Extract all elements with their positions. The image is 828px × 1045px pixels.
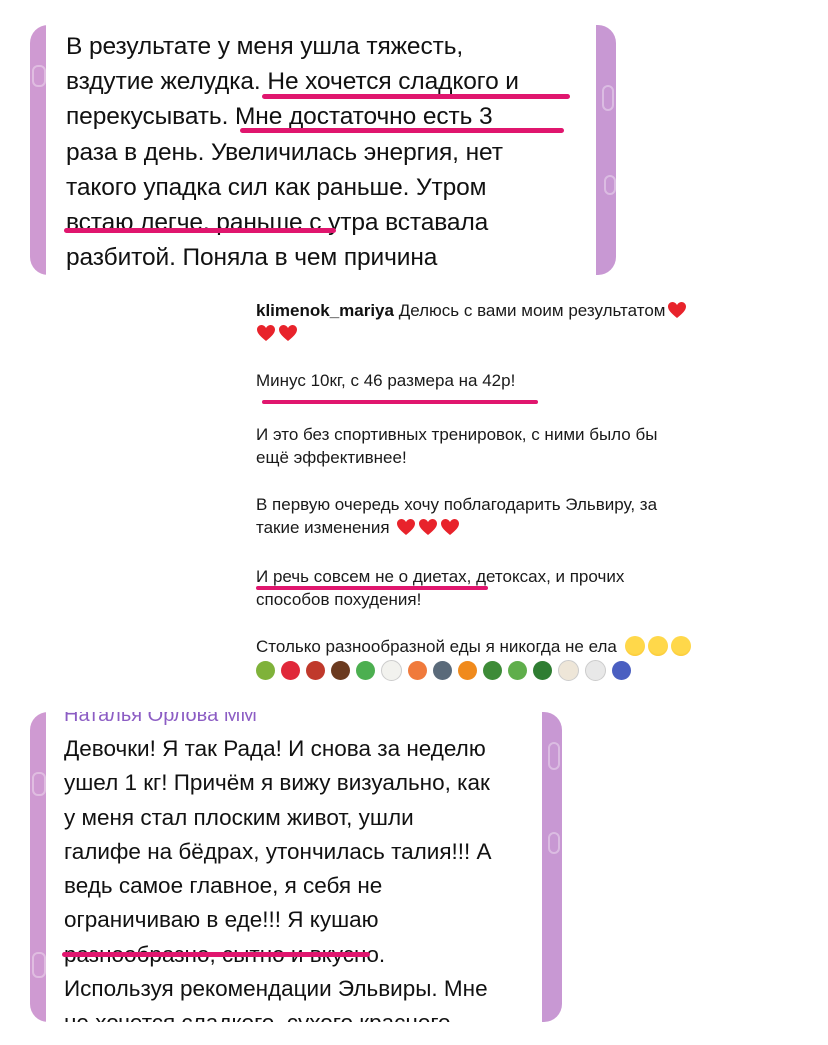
heart-icon	[668, 302, 687, 318]
highlight-underline	[64, 228, 336, 233]
doodle-icon	[32, 952, 46, 978]
caption-intro: Делюсь с вами моим результатом	[398, 301, 666, 320]
text-line: такие изменения	[256, 518, 390, 537]
egg-icon	[381, 660, 402, 682]
text-line: В первую очередь хочу поблагодарить Эльв…	[256, 495, 658, 514]
broccoli-icon	[533, 661, 552, 681]
highlight-underline	[256, 586, 488, 590]
heart-icon	[257, 325, 275, 341]
highlight-underline	[262, 400, 538, 404]
text-line: ведь самое главное, я себя не	[64, 873, 383, 899]
onion-icon	[585, 660, 606, 682]
salad-icon	[356, 661, 375, 681]
doodle-icon	[604, 175, 616, 195]
paragraph-2: И это без спортивных тренировок, с ними …	[256, 423, 776, 469]
result-paragraph: Минус 10кг, с 46 размера на 42р!	[256, 369, 776, 392]
message-text: Девочки! Я так Рада! И снова за неделю у…	[64, 732, 542, 1022]
text-line: ещё эффективнее!	[256, 448, 407, 467]
magnifier-icon	[433, 661, 452, 681]
herb-icon	[508, 661, 527, 681]
message-bubble: В результате у меня ушла тяжесть, вздути…	[46, 25, 596, 275]
text-line: ушел 1 кг! Причём я вижу визуально, как	[64, 770, 490, 796]
text-line: В результате у меня ушла тяжесть,	[66, 33, 464, 60]
greens-icon	[483, 661, 502, 681]
review-card-top: В результате у меня ушла тяжесть, вздути…	[30, 25, 616, 275]
highlight-underline	[62, 952, 370, 957]
text-line: галифе на бёдрах, утончилась талия!!! А	[64, 838, 492, 864]
heart-icon	[397, 519, 416, 535]
carrot-icon	[458, 661, 477, 681]
blueberries-icon	[612, 661, 631, 681]
doodle-icon	[602, 85, 614, 111]
heart-icon	[441, 519, 460, 535]
smiley-icon	[670, 636, 691, 656]
text-line: ограничиваю в еде!!! Я кушаю	[64, 907, 379, 933]
text-line: такого упадка сил как раньше. Утром	[66, 173, 487, 201]
highlight-underline	[262, 94, 570, 99]
food-emoji-row	[256, 658, 776, 682]
heart-icon	[419, 519, 438, 535]
meat-icon	[306, 661, 325, 681]
text-line: И речь совсем не о диетах, детоксах, и п…	[256, 567, 625, 586]
username[interactable]: klimenok_mariya	[256, 301, 394, 320]
text-line: Девочки! Я так Рада! И снова за неделю	[64, 736, 486, 761]
text-line: Столько разнообразной еды я никогда не е…	[256, 637, 617, 656]
doodle-icon	[32, 65, 46, 87]
smiley-icon	[624, 636, 645, 656]
strawberry-icon	[281, 661, 300, 681]
text-line: у меня стал плоским живот, ушли	[64, 804, 414, 830]
message-text: В результате у меня ушла тяжесть, вздути…	[66, 29, 586, 275]
doodle-icon	[548, 832, 560, 854]
text-line: не хочется сладкого, сухого красного	[64, 1006, 542, 1022]
smiley-icon	[647, 636, 668, 656]
paragraph-5: Столько разнообразной еды я никогда не е…	[256, 635, 776, 682]
review-card-middle: klimenok_mariya Делюсь с вами моим резул…	[244, 285, 784, 695]
coconut-icon	[331, 661, 350, 681]
post-caption: klimenok_mariya Делюсь с вами моим резул…	[256, 299, 776, 345]
text-line: встаю легче, раньше с утра вставала	[66, 209, 489, 237]
garlic-icon	[558, 660, 579, 682]
text-line: разбитой. Поняла в чем причина	[66, 244, 438, 272]
highlight-underline	[240, 128, 564, 133]
heart-icon	[279, 325, 297, 341]
avocado-icon	[256, 661, 275, 681]
text-line: И это без спортивных тренировок, с ними …	[256, 425, 658, 444]
text-line: способов похудения!	[256, 590, 422, 609]
author-name[interactable]: Наталья Орлова ММ	[64, 712, 257, 727]
paragraph-3: В первую очередь хочу поблагодарить Эльв…	[256, 493, 776, 539]
message-bubble: Наталья Орлова ММ Девочки! Я так Рада! И…	[46, 712, 542, 1022]
text-line: раза в день. Увеличилась энергия, нет	[66, 138, 503, 166]
review-card-bottom: Наталья Орлова ММ Девочки! Я так Рада! И…	[30, 712, 562, 1022]
result-line: Минус 10кг, с 46 размера на 42р!	[256, 371, 516, 390]
shrimp-icon	[408, 661, 427, 681]
text-line: Используя рекомендации Эльвиры. Мне	[64, 976, 488, 1002]
doodle-icon	[32, 772, 46, 796]
doodle-icon	[548, 742, 560, 770]
